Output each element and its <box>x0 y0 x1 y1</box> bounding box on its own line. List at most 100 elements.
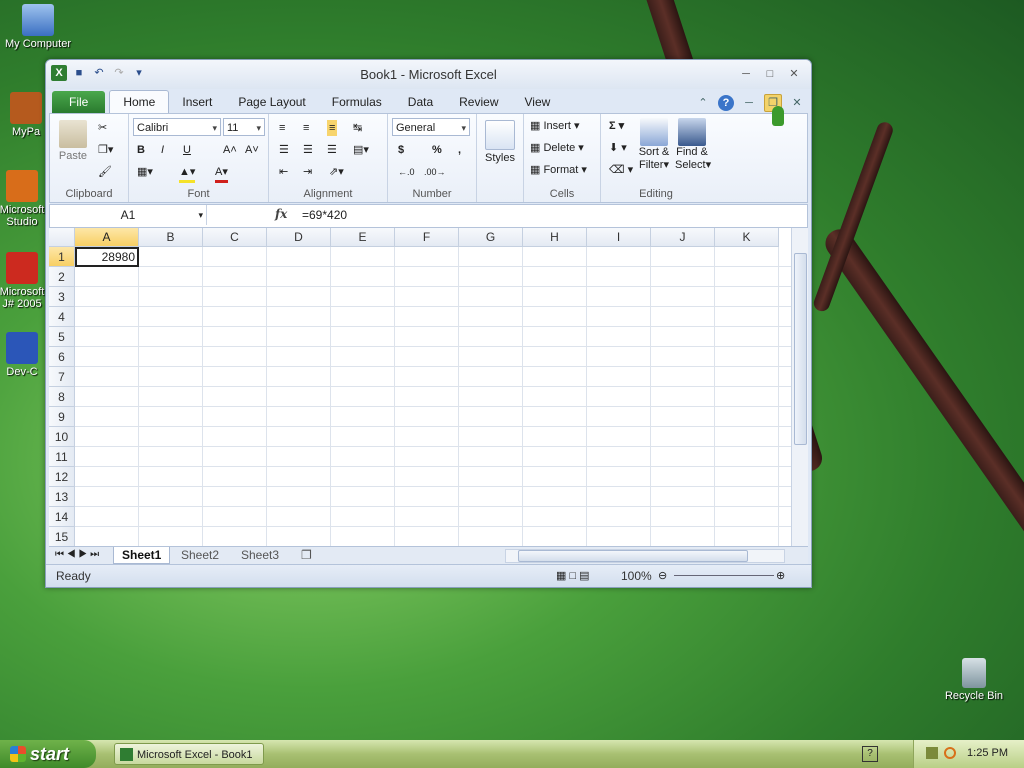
clear-icon[interactable]: ⌫ ▾ <box>609 162 633 178</box>
worksheet-grid[interactable]: A B C D E F G H I J K 1 2 3 4 5 6 7 8 9 10 11 12 13 14 15 28980 <box>49 228 791 546</box>
formula-input[interactable]: =69*420 <box>302 208 347 222</box>
format-cells-button[interactable]: ▦ Format ▾ <box>530 162 587 178</box>
row-header[interactable]: 6 <box>49 347 75 367</box>
column-header[interactable]: G <box>459 228 523 247</box>
collapse-ribbon-icon[interactable]: ⌃ <box>695 95 711 111</box>
insert-cells-button[interactable]: ▦ Insert ▾ <box>530 118 580 134</box>
zoom-out-icon[interactable]: ⊖ <box>658 568 667 584</box>
column-header[interactable]: F <box>395 228 459 247</box>
cell-a1[interactable]: 28980 <box>75 247 139 267</box>
comma-button[interactable]: , <box>458 142 461 158</box>
row-header[interactable]: 3 <box>49 287 75 307</box>
zoom-level[interactable]: 100% <box>621 569 652 583</box>
column-header[interactable]: I <box>587 228 651 247</box>
sheet-tab-1[interactable]: Sheet1 <box>113 547 171 564</box>
percent-button[interactable]: % <box>432 142 442 158</box>
search-tray-icon[interactable] <box>944 747 956 759</box>
sheet-tab-2[interactable]: Sheet2 <box>173 547 227 563</box>
zoom-in-icon[interactable]: ⊕ <box>776 568 785 584</box>
vertical-scrollbar[interactable] <box>791 228 808 546</box>
paste-button[interactable]: Paste <box>56 120 90 164</box>
row-header[interactable]: 15 <box>49 527 75 546</box>
horizontal-scrollbar[interactable] <box>505 549 785 563</box>
align-middle-icon[interactable]: ≡ <box>303 120 309 136</box>
font-color-icon[interactable]: A▾ <box>215 164 228 183</box>
currency-button[interactable]: $ <box>398 142 404 158</box>
align-center-icon[interactable]: ☰ <box>303 142 313 158</box>
name-box[interactable]: A1 <box>50 205 207 225</box>
sheet-nav-arrows[interactable]: ⏮ ◀ ▶ ⏭ <box>55 547 99 563</box>
select-all-corner[interactable] <box>49 228 75 247</box>
column-header[interactable]: D <box>267 228 331 247</box>
minimize-icon[interactable]: ─ <box>737 66 755 82</box>
maximize-icon[interactable]: □ <box>761 66 779 82</box>
row-header[interactable]: 1 <box>49 247 75 267</box>
merge-center-icon[interactable]: ▤▾ <box>353 142 369 158</box>
column-header[interactable]: E <box>331 228 395 247</box>
row-header[interactable]: 9 <box>49 407 75 427</box>
increase-decimal-icon[interactable]: ←.0 <box>398 164 415 180</box>
row-header[interactable]: 10 <box>49 427 75 447</box>
borders-icon[interactable]: ▦▾ <box>137 164 153 180</box>
delete-cells-button[interactable]: ▦ Delete ▾ <box>530 140 584 156</box>
zoom-slider[interactable] <box>674 575 774 576</box>
align-left-icon[interactable]: ☰ <box>279 142 289 158</box>
view-buttons[interactable]: ▦ □ ▤ <box>556 568 590 584</box>
cut-icon[interactable]: ✂ <box>98 120 107 136</box>
fill-color-icon[interactable]: ▲▾ <box>179 164 196 183</box>
workbook-minimize-icon[interactable]: ─ <box>741 95 757 111</box>
italic-button[interactable]: I <box>161 142 164 158</box>
row-header[interactable]: 12 <box>49 467 75 487</box>
desktop-icon-recycle-bin[interactable]: Recycle Bin <box>936 658 1012 702</box>
format-painter-icon[interactable]: 🖌 <box>98 164 112 180</box>
sheet-tab-3[interactable]: Sheet3 <box>233 547 287 563</box>
number-format-combo[interactable]: General <box>392 118 470 137</box>
row-header[interactable]: 4 <box>49 307 75 327</box>
column-header[interactable]: J <box>651 228 715 247</box>
taskbar-item-excel[interactable]: Microsoft Excel - Book1 <box>114 743 264 765</box>
help-icon[interactable]: ? <box>718 95 734 111</box>
tab-formulas[interactable]: Formulas <box>319 91 395 113</box>
column-header[interactable]: K <box>715 228 779 247</box>
tab-review[interactable]: Review <box>446 91 511 113</box>
font-name-combo[interactable]: Calibri <box>133 118 221 137</box>
row-header[interactable]: 2 <box>49 267 75 287</box>
grow-font-icon[interactable]: A˄ <box>223 142 237 158</box>
decrease-indent-icon[interactable]: ⇤ <box>279 164 288 180</box>
bold-button[interactable]: B <box>137 142 145 158</box>
insert-sheet-icon[interactable]: ❐ <box>293 547 320 563</box>
help-tray-icon[interactable]: ? <box>862 746 878 762</box>
increase-indent-icon[interactable]: ⇥ <box>303 164 312 180</box>
align-right-icon[interactable]: ☰ <box>327 142 337 158</box>
tab-insert[interactable]: Insert <box>169 91 225 113</box>
underline-button[interactable]: U <box>183 142 191 158</box>
row-header[interactable]: 8 <box>49 387 75 407</box>
network-tray-icon[interactable] <box>926 747 938 759</box>
horizontal-scroll-thumb[interactable] <box>518 550 748 562</box>
align-top-icon[interactable]: ≡ <box>279 120 285 136</box>
row-header[interactable]: 5 <box>49 327 75 347</box>
sort-filter-button[interactable]: Sort & Filter▾ <box>637 118 671 172</box>
column-header[interactable]: C <box>203 228 267 247</box>
vertical-scroll-thumb[interactable] <box>794 253 807 445</box>
desktop-icon-visual-studio[interactable]: Microsoft Studio <box>0 170 48 228</box>
decrease-decimal-icon[interactable]: .00→ <box>424 164 446 180</box>
desktop-icon-my-computer[interactable]: My Computer <box>0 4 76 50</box>
row-header[interactable]: 14 <box>49 507 75 527</box>
tab-home[interactable]: Home <box>109 90 170 113</box>
column-header[interactable]: H <box>523 228 587 247</box>
column-header[interactable]: B <box>139 228 203 247</box>
font-size-combo[interactable]: 11 <box>223 118 265 137</box>
align-bottom-icon[interactable]: ≡ <box>327 120 338 136</box>
shrink-font-icon[interactable]: A˅ <box>245 142 259 158</box>
insert-function-button[interactable]: fx <box>275 207 287 221</box>
tab-file[interactable]: File <box>52 91 106 113</box>
copy-icon[interactable]: ❐▾ <box>98 142 113 158</box>
workbook-close-icon[interactable]: ✕ <box>789 95 805 111</box>
column-header[interactable]: A <box>75 228 139 247</box>
row-header[interactable]: 7 <box>49 367 75 387</box>
autosum-icon[interactable]: Σ ▾ <box>609 118 624 134</box>
desktop-icon-jsharp[interactable]: Microsoft J# 2005 <box>0 252 48 310</box>
fill-icon[interactable]: ⬇ ▾ <box>609 140 627 156</box>
tab-view[interactable]: View <box>512 91 564 113</box>
